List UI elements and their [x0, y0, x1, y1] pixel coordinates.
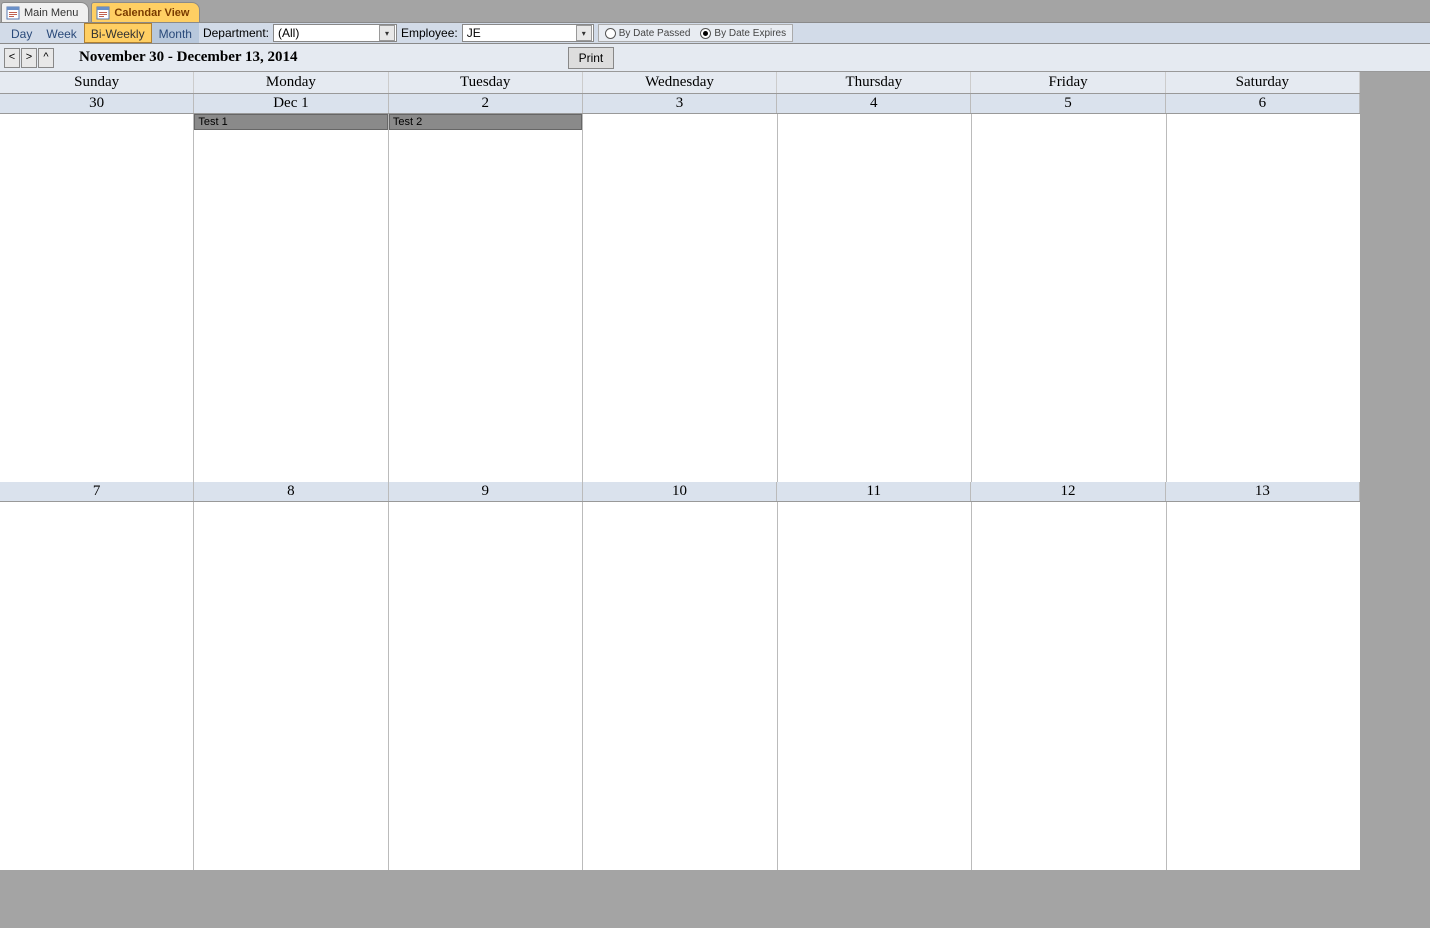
department-value: (All)	[278, 26, 377, 40]
up-button[interactable]: ^	[38, 48, 54, 68]
day-cell[interactable]	[0, 114, 194, 482]
employee-combo[interactable]: JE ▾	[462, 24, 594, 42]
date-cell[interactable]: 7	[0, 482, 194, 501]
radio-circle-icon	[700, 28, 711, 39]
day-cell[interactable]	[1167, 114, 1360, 482]
day-header: Friday	[971, 72, 1165, 93]
view-month-button[interactable]: Month	[152, 23, 199, 43]
day-cell[interactable]	[778, 114, 972, 482]
subheader: < > ^ November 30 - December 13, 2014 Pr…	[0, 44, 1430, 72]
date-cell[interactable]: Dec 1	[194, 94, 388, 113]
form-icon	[6, 6, 20, 20]
date-cell[interactable]: 11	[777, 482, 971, 501]
department-combo[interactable]: (All) ▾	[273, 24, 397, 42]
radio-by-date-expires[interactable]: By Date Expires	[700, 28, 786, 39]
radio-label: By Date Expires	[714, 28, 786, 39]
day-header-row: Sunday Monday Tuesday Wednesday Thursday…	[0, 72, 1360, 94]
day-cell[interactable]	[778, 502, 972, 870]
week2-date-row: 7 8 9 10 11 12 13	[0, 482, 1360, 502]
dropdown-arrow-icon[interactable]: ▾	[576, 25, 592, 41]
toolbar: Day Week Bi-Weekly Month Department: (Al…	[0, 22, 1430, 44]
day-cell[interactable]	[389, 502, 583, 870]
calendar-event[interactable]: Test 1	[194, 114, 387, 130]
view-day-button[interactable]: Day	[4, 23, 39, 43]
day-cell[interactable]: Test 2	[389, 114, 583, 482]
employee-label: Employee:	[401, 26, 458, 40]
calendar-event[interactable]: Test 2	[389, 114, 582, 130]
date-cell[interactable]: 10	[583, 482, 777, 501]
tab-calendar-view[interactable]: Calendar View	[91, 2, 200, 22]
day-cell[interactable]: Test 1	[194, 114, 388, 482]
date-cell[interactable]: 3	[583, 94, 777, 113]
view-biweekly-button[interactable]: Bi-Weekly	[84, 23, 152, 43]
radio-circle-icon	[605, 28, 616, 39]
view-week-button[interactable]: Week	[39, 23, 83, 43]
week2-body-row	[0, 502, 1360, 870]
next-button[interactable]: >	[21, 48, 37, 68]
employee-value: JE	[467, 26, 574, 40]
radio-dot-icon	[703, 31, 708, 36]
day-cell[interactable]	[0, 502, 194, 870]
calendar-grid: Sunday Monday Tuesday Wednesday Thursday…	[0, 72, 1360, 870]
tab-label: Calendar View	[114, 7, 189, 19]
day-cell[interactable]	[972, 502, 1166, 870]
day-cell[interactable]	[583, 114, 777, 482]
date-cell[interactable]: 4	[777, 94, 971, 113]
radio-label: By Date Passed	[619, 28, 691, 39]
day-header: Saturday	[1166, 72, 1360, 93]
dropdown-arrow-icon[interactable]: ▾	[379, 25, 395, 41]
day-cell[interactable]	[583, 502, 777, 870]
date-range-label: November 30 - December 13, 2014	[79, 49, 298, 66]
print-button[interactable]: Print	[568, 47, 615, 69]
date-filter-radio-group: By Date Passed By Date Expires	[598, 24, 793, 42]
radio-by-date-passed[interactable]: By Date Passed	[605, 28, 691, 39]
date-cell[interactable]: 13	[1166, 482, 1360, 501]
week1-body-row: Test 1 Test 2	[0, 114, 1360, 482]
day-cell[interactable]	[972, 114, 1166, 482]
date-cell[interactable]: 12	[971, 482, 1165, 501]
date-cell[interactable]: 8	[194, 482, 388, 501]
day-header: Thursday	[777, 72, 971, 93]
day-header: Wednesday	[583, 72, 777, 93]
department-label: Department:	[203, 26, 269, 40]
date-cell[interactable]: 5	[971, 94, 1165, 113]
date-cell[interactable]: 30	[0, 94, 194, 113]
week1-date-row: 30 Dec 1 2 3 4 5 6	[0, 94, 1360, 114]
date-cell[interactable]: 2	[389, 94, 583, 113]
day-header: Monday	[194, 72, 388, 93]
date-cell[interactable]: 6	[1166, 94, 1360, 113]
day-cell[interactable]	[1167, 502, 1360, 870]
tab-strip: Main Menu Calendar View	[0, 0, 1430, 22]
day-cell[interactable]	[194, 502, 388, 870]
prev-button[interactable]: <	[4, 48, 20, 68]
form-icon	[96, 6, 110, 20]
tab-label: Main Menu	[24, 7, 78, 19]
date-cell[interactable]: 9	[389, 482, 583, 501]
day-header: Sunday	[0, 72, 194, 93]
tab-main-menu[interactable]: Main Menu	[1, 2, 89, 22]
day-header: Tuesday	[389, 72, 583, 93]
